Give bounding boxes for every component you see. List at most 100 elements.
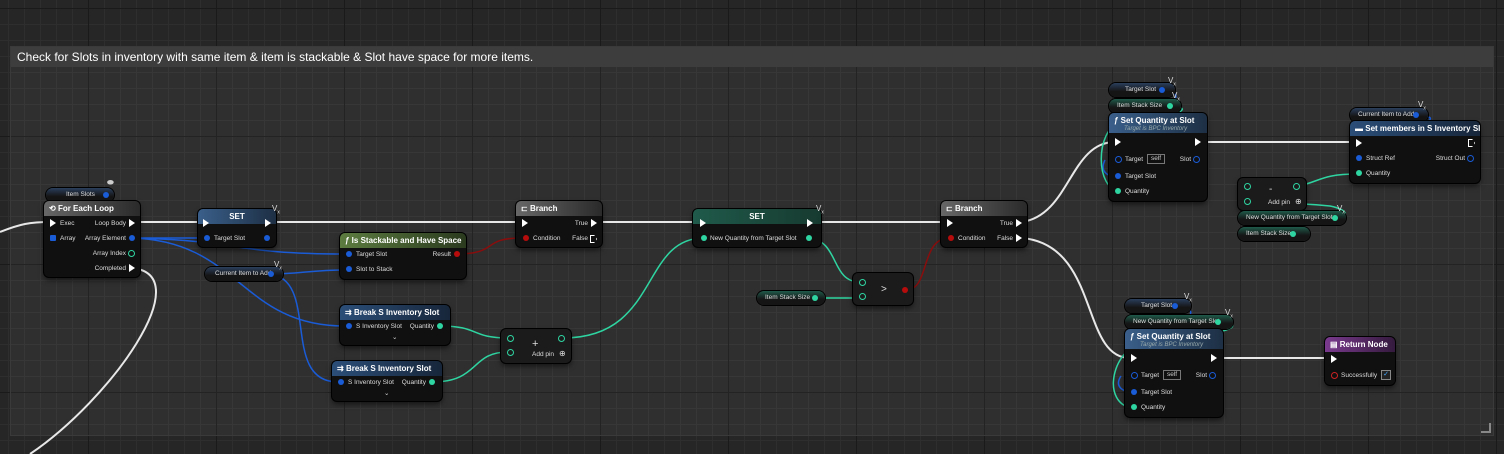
item-slots-variable[interactable]: Item Slots: [46, 188, 114, 202]
a-pin[interactable]: [1244, 183, 1251, 190]
return-node[interactable]: ▤ Return Node Successfully ✓: [1325, 337, 1395, 385]
new-quantity-pin[interactable]: [1215, 319, 1221, 325]
target-slot-pin[interactable]: [1115, 173, 1121, 179]
expand-icon[interactable]: ⌄: [384, 389, 389, 397]
set-new-quantity-node[interactable]: SET New Quantity from Target Slot: [693, 209, 821, 247]
exec-out-pin[interactable]: [1195, 138, 1201, 146]
set-members-node[interactable]: ▬ Set members in S Inventory Slot Struct…: [1350, 121, 1480, 183]
exec-out-pin[interactable]: [1211, 354, 1217, 362]
exec-in-pin[interactable]: [522, 219, 528, 227]
b-pin[interactable]: [1244, 198, 1251, 205]
set-quantity-at-slot-node[interactable]: ƒ Set Quantity at Slot Target is BPC Inve…: [1125, 329, 1223, 417]
new-quantity-pin[interactable]: [1332, 215, 1338, 221]
false-pin[interactable]: [1016, 234, 1022, 242]
exec-in-pin[interactable]: [1115, 138, 1121, 146]
new-quantity-variable[interactable]: New Quantity from Target Slot: [1125, 315, 1233, 329]
target-slot-variable[interactable]: Target Slot: [1125, 299, 1191, 313]
loop-body-pin[interactable]: [129, 219, 135, 227]
add-pin-label[interactable]: Add pin: [1268, 199, 1290, 206]
add-node[interactable]: + Add pin ⊕: [501, 329, 571, 363]
set-quantity-at-slot-node[interactable]: ƒ Set Quantity at Slot Target is BPC Inve…: [1109, 113, 1207, 201]
target-pin[interactable]: [1131, 372, 1138, 379]
self-field[interactable]: self: [1147, 154, 1166, 164]
add-pin-label[interactable]: Add pin: [532, 351, 554, 358]
exec-in-pin[interactable]: [1356, 139, 1362, 147]
exec-out-pin[interactable]: [1468, 139, 1475, 147]
successfully-pin[interactable]: [1331, 372, 1338, 379]
target-slot-pin[interactable]: [1172, 303, 1178, 309]
condition-pin[interactable]: [523, 235, 529, 241]
break-inventory-slot-node[interactable]: ⇉ Break S Inventory Slot S Inventory Slo…: [332, 361, 442, 401]
set-target-slot-node[interactable]: SET Target Slot: [198, 209, 276, 247]
item-stack-size-pin[interactable]: [1290, 231, 1296, 237]
add-pin-icon[interactable]: ⊕: [559, 349, 566, 358]
slot-pin[interactable]: [1209, 372, 1216, 379]
for-each-loop-node[interactable]: ⟲ For Each Loop Exec Array Loop Body Arr…: [44, 201, 140, 277]
exec-in-pin[interactable]: [203, 219, 209, 227]
inventory-slot-pin[interactable]: [346, 323, 352, 329]
successfully-checkbox[interactable]: ✓: [1381, 370, 1391, 380]
array-element-pin[interactable]: [129, 235, 135, 241]
item-slots-pin[interactable]: [103, 192, 109, 198]
current-item-pin[interactable]: [1413, 112, 1419, 118]
exec-in-pin[interactable]: [1331, 355, 1337, 363]
quantity-pin[interactable]: [437, 323, 443, 329]
target-slot-out-pin[interactable]: [264, 235, 270, 241]
break-inventory-slot-node[interactable]: ⇉ Break S Inventory Slot S Inventory Slo…: [340, 305, 450, 345]
array-pin[interactable]: [50, 235, 56, 241]
branch-node[interactable]: ⊏ Branch Condition True False: [941, 201, 1027, 247]
exec-in-pin[interactable]: [700, 219, 706, 227]
current-item-variable[interactable]: Current Item to Add: [205, 267, 283, 281]
greater-than-node[interactable]: >: [853, 273, 913, 305]
exec-out-pin[interactable]: [807, 219, 813, 227]
quantity-pin[interactable]: [1356, 170, 1362, 176]
target-slot-in-pin[interactable]: [204, 235, 210, 241]
struct-ref-pin[interactable]: [1356, 155, 1362, 161]
current-item-pin[interactable]: [268, 271, 274, 277]
item-stack-size-pin[interactable]: [1167, 103, 1173, 109]
item-stack-size-variable[interactable]: Item Stack Size: [1238, 227, 1310, 241]
slot-pin[interactable]: [1193, 156, 1200, 163]
exec-in-pin[interactable]: [1131, 354, 1137, 362]
new-quantity-out-pin[interactable]: [806, 235, 812, 241]
self-field[interactable]: self: [1163, 370, 1182, 380]
struct-out-pin[interactable]: [1467, 155, 1474, 162]
result-pin[interactable]: [454, 251, 460, 257]
quantity-pin[interactable]: [429, 379, 435, 385]
target-pin[interactable]: [1115, 156, 1122, 163]
slot-to-stack-pin[interactable]: [346, 266, 352, 272]
expand-icon[interactable]: ⌄: [392, 333, 397, 341]
false-pin[interactable]: [590, 235, 597, 243]
item-stack-size-variable[interactable]: Item Stack Size: [757, 291, 825, 305]
new-quantity-in-pin[interactable]: [701, 235, 707, 241]
quantity-pin[interactable]: [1131, 404, 1137, 410]
new-quantity-variable[interactable]: New Quantity from Target Slot: [1238, 211, 1346, 225]
condition-pin[interactable]: [948, 235, 954, 241]
exec-in-pin[interactable]: [947, 219, 953, 227]
branch-node[interactable]: ⊏ Branch Condition True False: [516, 201, 602, 247]
target-slot-pin[interactable]: [1159, 87, 1165, 93]
current-item-variable[interactable]: Current Item to Add: [1350, 108, 1428, 122]
inventory-slot-pin[interactable]: [338, 379, 344, 385]
result-pin[interactable]: [558, 335, 565, 342]
result-pin[interactable]: [902, 287, 908, 293]
add-pin-icon[interactable]: ⊕: [1295, 197, 1302, 206]
array-index-pin[interactable]: [128, 250, 135, 257]
subtract-node[interactable]: - Add pin ⊕: [1238, 178, 1306, 210]
target-slot-pin[interactable]: [1131, 389, 1137, 395]
is-stackable-node[interactable]: ƒ Is Stackable and Have Space Target Slo…: [340, 233, 466, 279]
true-pin[interactable]: [591, 219, 597, 227]
b-pin[interactable]: [859, 293, 866, 300]
target-slot-pin[interactable]: [346, 251, 352, 257]
a-pin[interactable]: [507, 335, 514, 342]
a-pin[interactable]: [859, 279, 866, 286]
target-slot-variable[interactable]: Target Slot: [1109, 83, 1175, 97]
exec-out-pin[interactable]: [265, 219, 271, 227]
item-stack-size-pin[interactable]: [812, 295, 818, 301]
b-pin[interactable]: [507, 349, 514, 356]
exec-in-pin[interactable]: [50, 219, 56, 227]
quantity-pin[interactable]: [1115, 188, 1121, 194]
completed-pin[interactable]: [129, 264, 135, 272]
item-stack-size-variable[interactable]: Item Stack Size: [1109, 99, 1181, 113]
true-pin[interactable]: [1016, 219, 1022, 227]
